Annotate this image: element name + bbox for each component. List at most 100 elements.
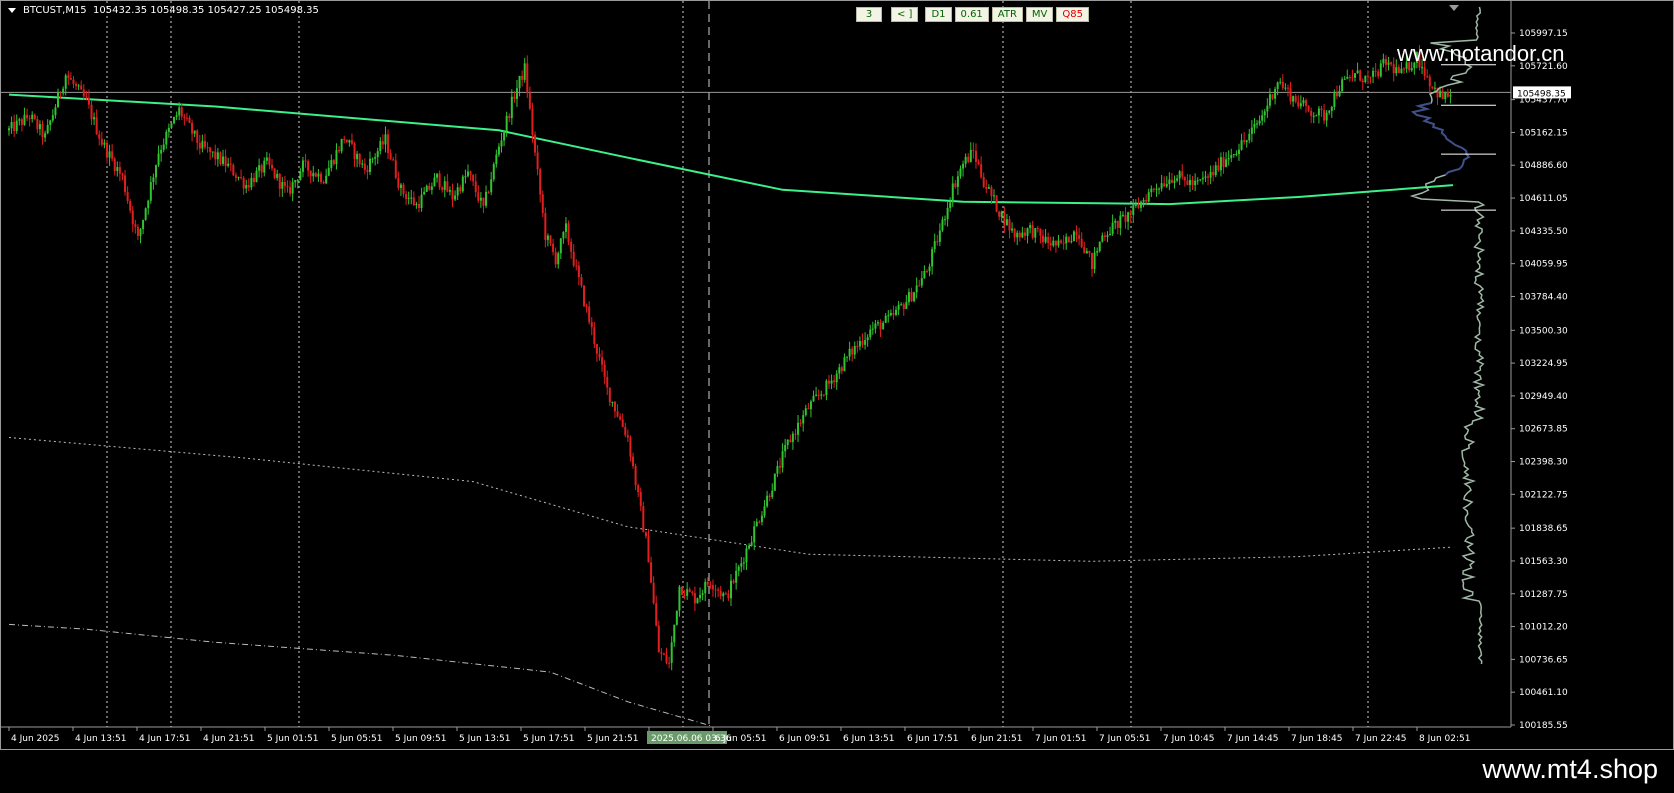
candle — [508, 113, 511, 123]
toolbar-button-0-61[interactable]: 0.61 — [954, 7, 989, 22]
candle — [1237, 143, 1240, 161]
candle — [1279, 77, 1282, 85]
candle — [642, 501, 645, 533]
candle-body — [469, 171, 472, 176]
candle — [335, 143, 338, 170]
candle-body — [31, 114, 34, 119]
candle — [851, 346, 854, 362]
candle-body — [1031, 225, 1034, 238]
toolbar-button-atr[interactable]: ATR — [991, 7, 1023, 22]
candle-body — [1248, 133, 1251, 141]
candle — [1127, 211, 1130, 230]
candle — [464, 169, 467, 184]
toolbar-button-d1[interactable]: D1 — [925, 7, 952, 22]
candle — [802, 410, 805, 432]
candle — [1343, 75, 1346, 80]
candle-body — [611, 401, 614, 403]
candle-body — [410, 197, 413, 199]
shift-marker-icon[interactable] — [1449, 5, 1459, 11]
candle — [124, 169, 127, 196]
candle-body — [616, 411, 619, 417]
candle — [1199, 179, 1202, 182]
candle-body — [49, 120, 52, 126]
candle-body — [758, 521, 761, 523]
candle-body — [668, 662, 671, 664]
candle-body — [1410, 68, 1413, 71]
candle-body — [1359, 70, 1362, 81]
candle-body — [1088, 250, 1091, 254]
candle-body — [20, 119, 23, 125]
candle-body — [325, 175, 328, 184]
candle-body — [1183, 176, 1186, 181]
candle — [843, 353, 846, 372]
candle — [423, 187, 426, 195]
candle-body — [142, 219, 145, 230]
toolbar-button-q85[interactable]: Q85 — [1056, 7, 1089, 22]
candle — [869, 324, 872, 340]
candle — [183, 113, 186, 126]
candle — [20, 117, 23, 132]
candle — [1142, 197, 1145, 208]
chart-window[interactable]: 105997.15 105721.60 105437.70 105162.15 1048… — [0, 0, 1674, 750]
candle — [167, 123, 170, 138]
candle — [492, 162, 495, 182]
toolbar-button-mv[interactable]: MV — [1025, 7, 1054, 22]
candle — [871, 321, 874, 335]
candle-body — [206, 147, 209, 149]
candle-body — [255, 170, 258, 183]
candle — [1263, 108, 1266, 123]
candle-body — [817, 394, 820, 396]
candle — [1444, 91, 1447, 104]
candle — [28, 115, 31, 127]
candle-body — [1364, 75, 1367, 83]
candle-body — [1093, 252, 1096, 269]
candle-body — [479, 197, 482, 201]
candle — [668, 656, 671, 669]
candle — [776, 460, 779, 478]
candle-body — [727, 593, 730, 599]
candle — [286, 180, 289, 193]
price-chart[interactable]: 105997.15105721.60105437.70105162.151048… — [1, 1, 1674, 751]
y-tick-label: 102122.75 — [1519, 490, 1568, 500]
candle — [72, 75, 75, 89]
candle — [1369, 76, 1372, 84]
candle-body — [1155, 188, 1158, 190]
candle — [314, 171, 317, 178]
candle-body — [250, 177, 253, 188]
candle-body — [1341, 79, 1344, 91]
candle-body — [304, 160, 307, 162]
candle — [100, 131, 103, 147]
candle-body — [1338, 90, 1341, 97]
candle — [67, 70, 70, 86]
candle-body — [993, 195, 996, 197]
candle-body — [1325, 112, 1328, 121]
candle-body — [815, 394, 818, 396]
chart-menu-icon[interactable] — [8, 8, 16, 13]
candle-body — [242, 178, 245, 189]
candle — [521, 70, 524, 87]
candle — [1196, 177, 1199, 185]
toolbar-button-[interactable]: < ] — [891, 7, 919, 22]
candle-body — [724, 593, 727, 595]
candle — [987, 184, 990, 190]
candle-body — [307, 161, 310, 171]
candle — [1201, 171, 1204, 185]
toolbar-button-3[interactable]: 3 — [856, 7, 882, 22]
candle — [397, 171, 400, 191]
candle — [711, 579, 714, 597]
candle — [62, 86, 65, 96]
candle-body — [510, 96, 513, 119]
candle-body — [397, 177, 400, 188]
candle — [415, 201, 418, 209]
candle-body — [564, 223, 567, 233]
candle-body — [209, 147, 212, 153]
candle-body — [38, 124, 41, 130]
candle-body — [1181, 171, 1184, 177]
candle — [245, 179, 248, 194]
candle — [165, 129, 168, 149]
candle-body — [588, 306, 591, 323]
candle-body — [650, 562, 653, 583]
candle — [201, 134, 204, 153]
candle-body — [1310, 110, 1313, 116]
candle-body — [1042, 235, 1045, 243]
